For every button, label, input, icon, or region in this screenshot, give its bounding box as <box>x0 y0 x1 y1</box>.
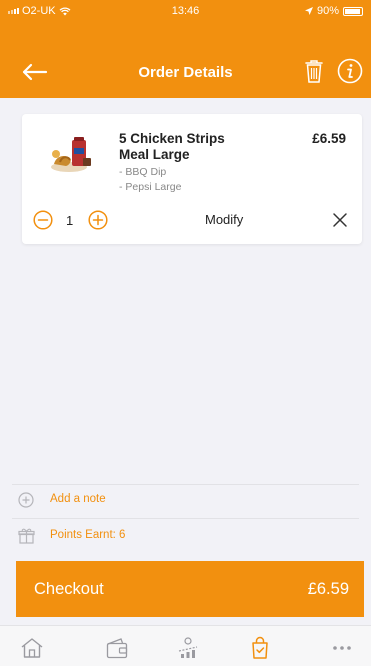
add-icon <box>18 492 34 508</box>
item-option: - Pepsi Large <box>119 181 182 193</box>
quantity-stepper: 1 Modify <box>22 206 362 234</box>
trash-icon[interactable] <box>303 58 325 84</box>
checkout-label: Checkout <box>34 580 104 598</box>
add-note-row[interactable]: Add a note <box>0 484 371 519</box>
location-icon <box>304 7 313 15</box>
nav-row: Order Details <box>0 54 371 90</box>
add-note-label: Add a note <box>50 493 106 505</box>
home-icon <box>21 638 43 658</box>
meal-image <box>51 137 91 172</box>
rewards-icon <box>178 637 198 658</box>
close-icon[interactable] <box>332 212 348 228</box>
points-earnt-label: Points Earnt: 6 <box>50 529 126 541</box>
item-name: 5 Chicken Strips Meal Large <box>119 131 259 163</box>
tab-bar <box>0 625 371 666</box>
quantity-value: 1 <box>66 213 74 228</box>
decrease-quantity-button[interactable] <box>33 210 53 230</box>
divider <box>12 484 359 485</box>
header-bar: O2-UK 13:46 90% Order Details <box>0 0 371 98</box>
battery-percent: 90% <box>316 5 339 17</box>
increase-quantity-button[interactable] <box>88 210 108 230</box>
modify-button[interactable]: Modify <box>205 212 243 227</box>
points-row: Points Earnt: 6 <box>0 520 371 552</box>
tab-basket[interactable] <box>248 636 272 660</box>
info-icon[interactable] <box>337 58 363 84</box>
tab-more[interactable] <box>330 636 354 660</box>
checkout-total: £6.59 <box>307 580 349 598</box>
item-name-line2: Meal Large <box>119 147 190 162</box>
item-price: £6.59 <box>312 131 346 146</box>
divider <box>12 518 359 519</box>
gift-icon <box>18 528 35 544</box>
tab-rewards[interactable] <box>176 636 200 660</box>
checkout-button[interactable]: Checkout £6.59 <box>16 561 364 617</box>
basket-icon <box>252 636 268 659</box>
battery-icon <box>343 6 363 16</box>
item-name-line1: 5 Chicken Strips <box>119 131 225 146</box>
item-option: - BBQ Dip <box>119 166 167 178</box>
order-item-card: 5 Chicken Strips Meal Large £6.59 - BBQ … <box>22 114 362 244</box>
tab-home[interactable] <box>20 636 44 660</box>
tab-wallet[interactable] <box>105 636 129 660</box>
status-bar: O2-UK 13:46 90% <box>0 0 371 22</box>
battery-status: 90% <box>304 5 363 17</box>
wallet-icon <box>106 638 128 659</box>
more-icon <box>333 646 351 650</box>
